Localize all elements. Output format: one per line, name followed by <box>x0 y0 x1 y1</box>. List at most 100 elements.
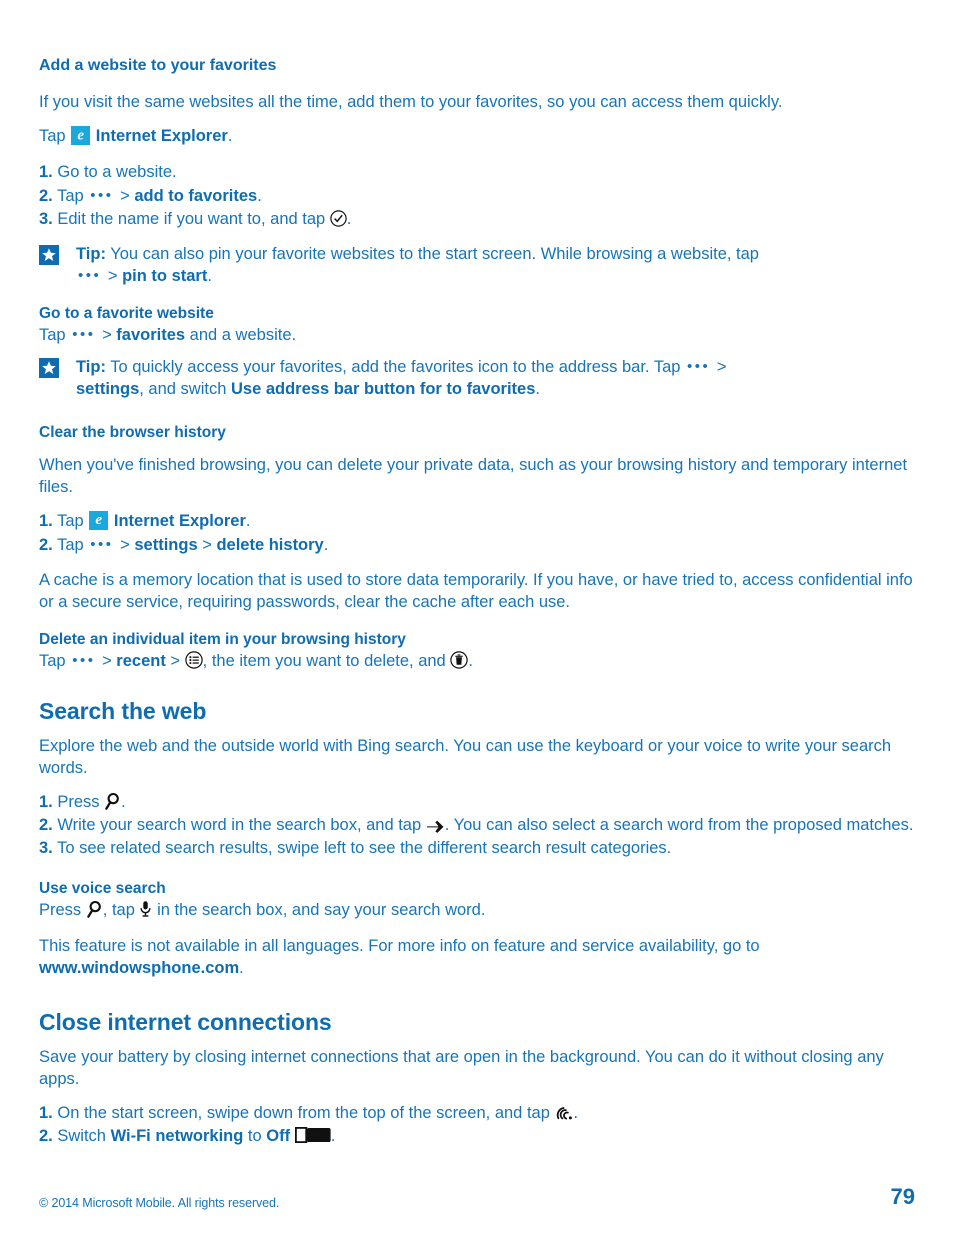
press-word: Press <box>39 901 82 919</box>
search-magnifier-icon[interactable] <box>86 900 103 918</box>
step-text: Write your search word in the search box… <box>57 816 422 834</box>
step-3: 3. Edit the name if you want to, and tap… <box>39 208 915 231</box>
delete-circle-icon[interactable] <box>450 651 469 669</box>
voice-post: in the search box, and say your search w… <box>157 901 486 919</box>
tip-pin-to-start: Tip: You can also pin your favorite webs… <box>39 243 915 287</box>
step-text: Edit the name if you want to, and tap <box>57 210 326 228</box>
chevron-separator: > <box>170 652 181 670</box>
check-circle-icon[interactable] <box>330 210 347 227</box>
toggle-state-off: Off <box>266 1127 291 1145</box>
step-text: On the start screen, swipe down from the… <box>57 1104 550 1122</box>
section-heading-delete-item: Delete an individual item in your browsi… <box>39 631 406 648</box>
menu-item-favorites[interactable]: favorites <box>116 326 185 344</box>
period: . <box>535 380 540 398</box>
menu-item-settings[interactable]: settings <box>134 536 197 554</box>
manual-page-content: Add a website to your favorites If you v… <box>39 0 915 1160</box>
chevron-separator: > <box>120 187 130 205</box>
menu-item-pin-to-start[interactable]: pin to start <box>122 267 207 285</box>
tap-word: Tap <box>39 326 66 344</box>
period: . <box>330 1127 336 1145</box>
go-to-favorite-line: Tap ••• > favorites and a website. <box>39 324 915 346</box>
step-3: 3. To see related search results, swipe … <box>39 837 915 860</box>
step-number: 3. <box>39 839 53 857</box>
clear-history-steps: 1. Tap e Internet Explorer. 2. Tap ••• >… <box>39 510 915 557</box>
wifi-signal-icon[interactable] <box>554 1104 573 1121</box>
step-2: 2. Tap ••• > settings > delete history. <box>39 533 915 557</box>
step-number: 1. <box>39 512 53 530</box>
chevron-separator: > <box>202 536 212 554</box>
step-text: Switch <box>57 1127 106 1145</box>
chevron-separator: > <box>102 652 112 670</box>
step-text: Tap <box>57 512 84 530</box>
section-heading-clear-history: Clear the browser history <box>39 424 226 441</box>
step-text: Press <box>57 793 100 811</box>
ellipsis-more-icon[interactable]: ••• <box>685 356 712 378</box>
period: . <box>323 536 329 554</box>
tip-label: Tip: <box>76 245 106 263</box>
select-list-circle-icon[interactable] <box>184 651 203 669</box>
period: . <box>245 512 251 530</box>
search-magnifier-icon[interactable] <box>104 792 121 810</box>
setting-wifi-networking[interactable]: Wi-Fi networking <box>111 1127 244 1145</box>
arrow-right-icon[interactable] <box>426 818 445 833</box>
step-number: 1. <box>39 163 53 181</box>
availability-note: This feature is not available in all lan… <box>39 935 915 979</box>
internet-explorer-icon[interactable]: e <box>71 126 91 145</box>
period: . <box>346 210 352 228</box>
chevron-separator: > <box>716 358 727 376</box>
clear-history-intro: When you've finished browsing, you can d… <box>39 456 908 496</box>
tip-label: Tip: <box>76 358 106 376</box>
step-text: Tap <box>57 187 84 205</box>
copyright-text: © 2014 Microsoft Mobile. All rights rese… <box>39 1196 280 1210</box>
windowsphone-link[interactable]: www.windowsphone.com <box>39 959 239 977</box>
availability-text: This feature is not available in all lan… <box>39 937 760 955</box>
period: . <box>468 652 473 670</box>
microphone-icon[interactable] <box>139 900 152 918</box>
star-tip-icon <box>39 245 59 265</box>
step-number: 2. <box>39 536 53 554</box>
ellipsis-more-icon[interactable]: ••• <box>88 184 115 207</box>
section-heading-close-connections: Close internet connections <box>39 1009 332 1035</box>
tap-word: Tap <box>39 652 66 670</box>
step-1: 1. Go to a website. <box>39 161 915 184</box>
step-text-post: . You can also select a search word from… <box>444 816 914 834</box>
step-text: To see related search results, swipe lef… <box>57 839 672 857</box>
close-connections-steps: 1. On the start screen, swipe down from … <box>39 1102 915 1148</box>
step-2: 2. Switch Wi-Fi networking to Off . <box>39 1125 915 1148</box>
period: . <box>207 267 212 285</box>
page-number: 79 <box>890 1184 915 1209</box>
tip-mid: , and switch <box>139 380 227 398</box>
chevron-separator: > <box>102 326 112 344</box>
setting-use-address-bar-button[interactable]: Use address bar button for to favorites <box>231 380 535 398</box>
ellipsis-more-icon[interactable]: ••• <box>70 650 97 672</box>
tip-text-block: Tip: You can also pin your favorite webs… <box>76 243 759 287</box>
chevron-separator: > <box>120 536 130 554</box>
step-number: 2. <box>39 187 53 205</box>
step-number: 2. <box>39 1127 53 1145</box>
close-connections-intro: Save your battery by closing internet co… <box>39 1048 884 1088</box>
period: . <box>121 793 126 811</box>
toggle-off-icon[interactable] <box>294 1126 331 1144</box>
menu-item-delete-history[interactable]: delete history <box>216 536 323 554</box>
tip-text: You can also pin your favorite websites … <box>110 245 759 263</box>
ellipsis-more-icon[interactable]: ••• <box>70 324 97 346</box>
tip-favorites-address-bar: Tip: To quickly access your favorites, a… <box>39 356 915 400</box>
menu-item-add-to-favorites[interactable]: add to favorites <box>134 187 257 205</box>
period: . <box>257 187 262 205</box>
top-spacer <box>39 0 915 57</box>
add-favorites-tap-line: Tap e Internet Explorer. <box>39 125 915 147</box>
step-number: 1. <box>39 793 53 811</box>
step-number: 3. <box>39 210 53 228</box>
menu-item-recent[interactable]: recent <box>116 652 166 670</box>
internet-explorer-icon[interactable]: e <box>89 511 109 530</box>
star-tip-icon <box>39 358 59 378</box>
line-suffix: and a website. <box>189 326 297 344</box>
voice-search-line: Press , tap in the search box, and say y… <box>39 899 915 921</box>
search-web-intro: Explore the web and the outside world wi… <box>39 737 892 777</box>
ellipsis-more-icon[interactable]: ••• <box>88 533 115 556</box>
step-text: Tap <box>57 536 84 554</box>
menu-item-settings[interactable]: settings <box>76 380 139 398</box>
ellipsis-more-icon[interactable]: ••• <box>76 265 103 287</box>
